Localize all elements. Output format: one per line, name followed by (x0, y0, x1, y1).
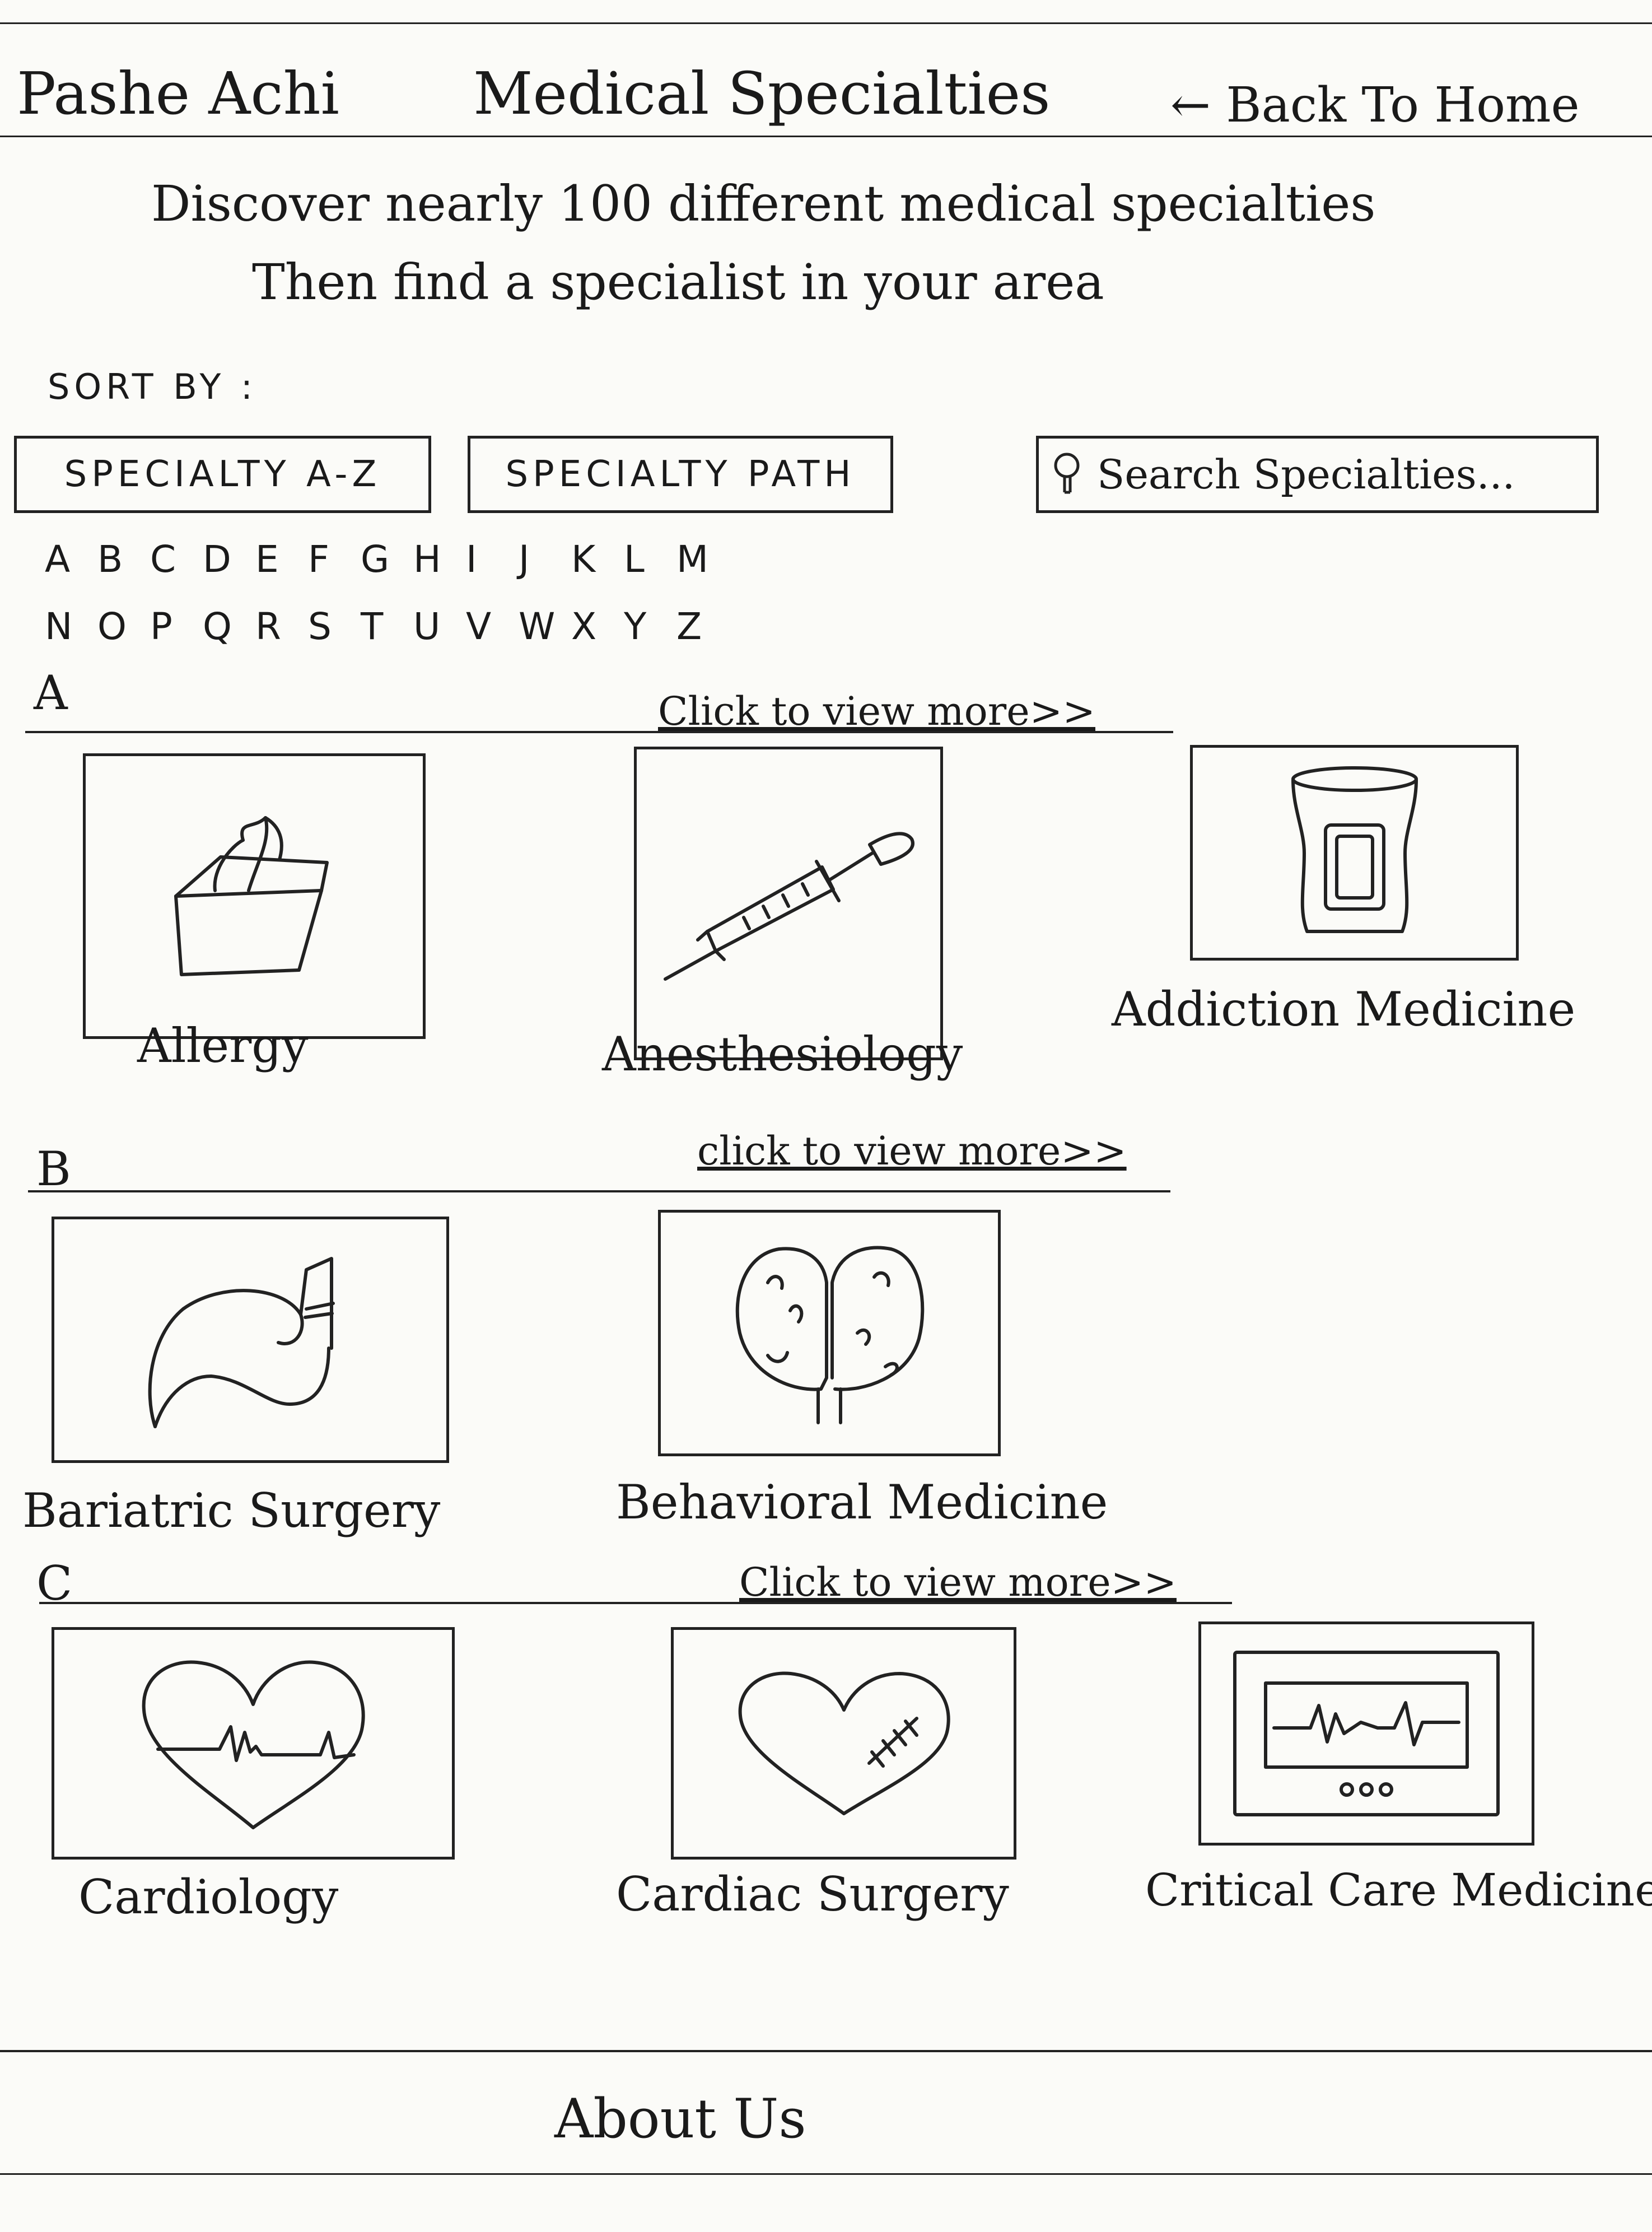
alphabet-letter[interactable]: R (255, 605, 308, 648)
heart-pulse-icon (142, 1660, 365, 1829)
section-letter-c: C (36, 1556, 73, 1611)
pill-jar-icon (1291, 766, 1418, 933)
alphabet-letter[interactable]: G (361, 538, 413, 581)
tissue-box-icon (174, 816, 329, 976)
intro-line-2: Then find a specialist in your area (252, 253, 1104, 311)
alphabet-row-2: N O P Q R S T U V W X Y Z (45, 605, 729, 648)
alphabet-letter[interactable]: W (519, 605, 571, 648)
alphabet-letter[interactable]: J (519, 538, 571, 581)
alphabet-letter[interactable]: M (676, 538, 729, 581)
alphabet-letter[interactable]: P (150, 605, 203, 648)
brain-icon (735, 1246, 925, 1424)
specialty-label-anesthesiology: Anesthesiology (602, 1027, 963, 1082)
alphabet-letter[interactable]: T (361, 605, 413, 648)
specialty-label-cardiac-surgery: Cardiac Surgery (616, 1867, 1009, 1922)
alphabet-letter[interactable]: V (466, 605, 519, 648)
stomach-icon (148, 1257, 335, 1428)
specialty-card-allergy[interactable] (83, 753, 426, 1039)
alphabet-letter[interactable]: I (466, 538, 519, 581)
specialty-card-cardiology[interactable] (52, 1627, 455, 1860)
alphabet-row-1: A B C D E F G H I J K L M (45, 538, 729, 581)
top-border (0, 22, 1652, 24)
specialty-label-behavioral-medicine: Behavioral Medicine (616, 1475, 1108, 1530)
alphabet-letter[interactable]: E (255, 538, 308, 581)
alphabet-letter[interactable]: S (308, 605, 361, 648)
brand-logo[interactable]: Pashe Achi (17, 64, 339, 123)
sort-by-label: SORT BY : (48, 366, 257, 407)
specialty-label-critical-care-medicine: Critical Care Medicine (1145, 1864, 1652, 1916)
alphabet-letter[interactable]: Z (676, 605, 729, 648)
specialty-card-behavioral-medicine[interactable] (658, 1210, 1001, 1456)
page-title: Medical Specialties (473, 59, 1051, 128)
sort-specialty-path-button[interactable]: SPECIALTY PATH (468, 436, 893, 513)
alphabet-letter[interactable]: C (150, 538, 203, 581)
header-divider (0, 136, 1652, 137)
specialty-card-critical-care-medicine[interactable] (1198, 1621, 1534, 1846)
alphabet-letter[interactable]: A (45, 538, 97, 581)
alphabet-letter[interactable]: Y (624, 605, 676, 648)
specialty-card-anesthesiology[interactable] (634, 747, 943, 1060)
alphabet-letter[interactable]: X (571, 605, 624, 648)
syringe-icon (664, 832, 914, 981)
specialty-label-cardiology: Cardiology (78, 1870, 339, 1925)
alphabet-letter[interactable]: D (203, 538, 255, 581)
alphabet-letter[interactable]: F (308, 538, 361, 581)
view-more-link-b[interactable]: click to view more>> (697, 1131, 1127, 1171)
footer-divider-top (0, 2050, 1652, 2052)
specialty-label-bariatric-surgery: Bariatric Surgery (22, 1483, 441, 1538)
about-us-link[interactable]: About Us (554, 2092, 806, 2146)
section-letter-a: A (34, 665, 68, 720)
alphabet-letter[interactable]: K (571, 538, 624, 581)
back-to-home-link[interactable]: ← Back To Home (1170, 81, 1580, 129)
section-letter-b: B (36, 1141, 71, 1196)
alphabet-letter[interactable]: L (624, 538, 676, 581)
alphabet-letter[interactable]: H (413, 538, 466, 581)
heart-stitches-icon (738, 1671, 950, 1815)
specialty-card-addiction-medicine[interactable] (1190, 745, 1519, 961)
sort-specialty-az-button[interactable]: SPECIALTY A-Z (14, 436, 431, 513)
footer-divider-bottom (0, 2173, 1652, 2175)
view-more-link-c[interactable]: Click to view more>> (739, 1563, 1177, 1602)
specialty-card-cardiac-surgery[interactable] (671, 1627, 1016, 1860)
view-more-link-a[interactable]: Click to view more>> (658, 692, 1095, 731)
alphabet-letter[interactable]: Q (203, 605, 255, 648)
search-input[interactable] (1096, 450, 1591, 498)
search-icon (1052, 451, 1085, 498)
specialty-label-allergy: Allergy (137, 1018, 309, 1073)
search-box[interactable] (1036, 436, 1599, 513)
alphabet-letter[interactable]: B (97, 538, 150, 581)
specialty-card-bariatric-surgery[interactable] (52, 1217, 449, 1463)
alphabet-letter[interactable]: O (97, 605, 150, 648)
alphabet-letter[interactable]: U (413, 605, 466, 648)
alphabet-letter[interactable]: N (45, 605, 97, 648)
section-divider-b (28, 1190, 1170, 1192)
intro-line-1: Discover nearly 100 different medical sp… (151, 175, 1376, 232)
monitor-icon (1233, 1651, 1500, 1816)
specialty-label-addiction-medicine: Addiction Medicine (1112, 982, 1576, 1037)
